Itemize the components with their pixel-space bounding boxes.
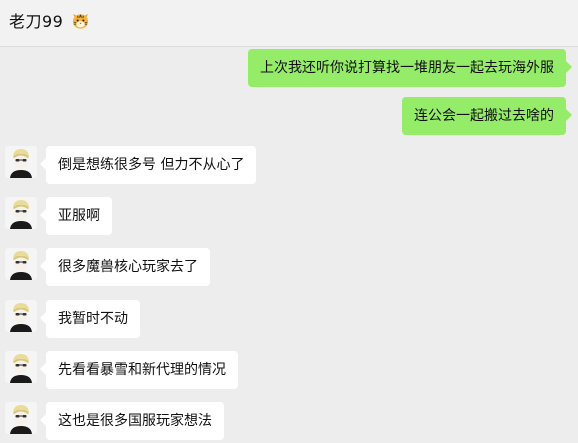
avatar-image-icon [10, 405, 32, 434]
chat-header: 老刀99 [0, 0, 578, 47]
avatar-image-icon [10, 354, 32, 383]
avatar-image-icon [10, 251, 32, 280]
chat-title-text: 老刀99 [9, 12, 64, 31]
chat-title[interactable]: 老刀99 [9, 8, 90, 32]
message-bubble-incoming[interactable]: 先看看暴雪和新代理的情况 [40, 351, 238, 389]
message-text: 先看看暴雪和新代理的情况 [58, 362, 226, 378]
message-text: 亚服啊 [58, 208, 100, 224]
message-text: 我暂时不动 [58, 311, 128, 327]
contact-avatar[interactable] [5, 197, 37, 229]
message-bubble-incoming[interactable]: 我暂时不动 [40, 300, 140, 338]
contact-avatar[interactable] [5, 402, 37, 434]
avatar-image-icon [10, 200, 32, 229]
avatar-image-icon [10, 149, 32, 178]
message-bubble-outgoing[interactable]: 连公会一起搬过去啥的 [402, 97, 572, 135]
contact-avatar[interactable] [5, 248, 37, 280]
message-text: 上次我还听你说打算找一堆朋友一起去玩海外服 [260, 60, 554, 76]
message-bubble-incoming[interactable]: 很多魔兽核心玩家去了 [40, 248, 210, 286]
tiger-face-icon [72, 13, 89, 29]
contact-avatar[interactable] [5, 300, 37, 332]
message-text: 这也是很多国服玩家想法 [58, 413, 212, 429]
message-bubble-incoming[interactable]: 亚服啊 [40, 197, 112, 235]
contact-avatar[interactable] [5, 146, 37, 178]
avatar-image-icon [10, 303, 32, 332]
message-bubble-outgoing[interactable]: 上次我还听你说打算找一堆朋友一起去玩海外服 [248, 49, 572, 87]
message-bubble-incoming[interactable]: 这也是很多国服玩家想法 [40, 402, 224, 440]
message-text: 连公会一起搬过去啥的 [414, 108, 554, 124]
message-text: 倒是想练很多号 但力不从心了 [58, 157, 245, 173]
message-text: 很多魔兽核心玩家去了 [58, 259, 198, 275]
message-bubble-incoming[interactable]: 倒是想练很多号 但力不从心了 [39, 146, 257, 184]
contact-avatar[interactable] [5, 351, 37, 383]
message-list[interactable]: 上次我还听你说打算找一堆朋友一起去玩海外服 连公会一起搬过去啥的 倒是想练很多号… [0, 47, 578, 443]
